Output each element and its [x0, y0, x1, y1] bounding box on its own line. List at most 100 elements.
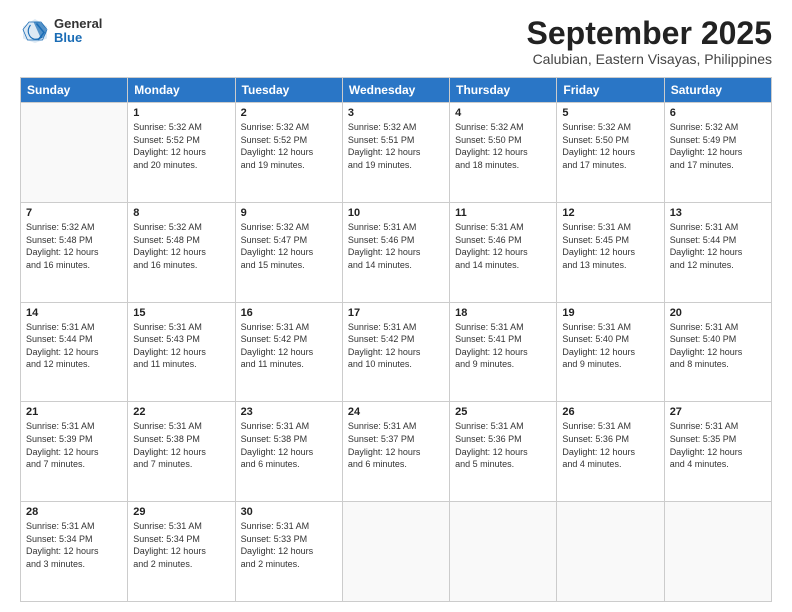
- calendar-cell: 19 Sunrise: 5:31 AM Sunset: 5:40 PM Dayli…: [557, 302, 664, 402]
- week-row-1: 1Sunrise: 5:32 AM Sunset: 5:52 PM Daylig…: [21, 103, 772, 203]
- calendar-header-monday: Monday: [128, 78, 235, 103]
- calendar-cell: [557, 502, 664, 602]
- day-info: Sunrise: 5:31 AM Sunset: 5:40 PM Dayligh…: [562, 321, 658, 371]
- calendar-cell: 25Sunrise: 5:31 AM Sunset: 5:36 PM Dayli…: [450, 402, 557, 502]
- calendar-cell: 22Sunrise: 5:31 AM Sunset: 5:38 PM Dayli…: [128, 402, 235, 502]
- calendar-cell: 4 Sunrise: 5:32 AM Sunset: 5:50 PM Daylig…: [450, 103, 557, 203]
- calendar-cell: 26Sunrise: 5:31 AM Sunset: 5:36 PM Dayli…: [557, 402, 664, 502]
- day-info: Sunrise: 5:31 AM Sunset: 5:39 PM Dayligh…: [26, 420, 122, 470]
- calendar-cell: 14 Sunrise: 5:31 AM Sunset: 5:44 PM Dayli…: [21, 302, 128, 402]
- page: General Blue September 2025 Calubian, Ea…: [0, 0, 792, 612]
- day-info: Sunrise: 5:31 AM Sunset: 5:40 PM Dayligh…: [670, 321, 766, 371]
- day-info: Sunrise: 5:32 AM Sunset: 5:49 PM Dayligh…: [670, 121, 766, 171]
- calendar-cell: 18 Sunrise: 5:31 AM Sunset: 5:41 PM Dayli…: [450, 302, 557, 402]
- day-info: Sunrise: 5:31 AM Sunset: 5:38 PM Dayligh…: [241, 420, 337, 470]
- calendar-header-tuesday: Tuesday: [235, 78, 342, 103]
- calendar-cell: 13 Sunrise: 5:31 AM Sunset: 5:44 PM Dayli…: [664, 202, 771, 302]
- day-number: 19: [562, 307, 658, 319]
- logo-text: General Blue: [54, 17, 102, 46]
- calendar-cell: 7Sunrise: 5:32 AM Sunset: 5:48 PM Daylig…: [21, 202, 128, 302]
- calendar-cell: 9 Sunrise: 5:32 AM Sunset: 5:47 PM Daylig…: [235, 202, 342, 302]
- day-number: 17: [348, 307, 444, 319]
- day-number: 21: [26, 406, 122, 418]
- day-info: Sunrise: 5:32 AM Sunset: 5:50 PM Dayligh…: [562, 121, 658, 171]
- logo: General Blue: [20, 16, 102, 46]
- page-title: September 2025: [527, 16, 772, 51]
- day-number: 28: [26, 506, 122, 518]
- day-number: 5: [562, 107, 658, 119]
- calendar-table: SundayMondayTuesdayWednesdayThursdayFrid…: [20, 77, 772, 602]
- day-number: 11: [455, 207, 551, 219]
- calendar-cell: [342, 502, 449, 602]
- header: General Blue September 2025 Calubian, Ea…: [20, 16, 772, 67]
- day-info: Sunrise: 5:31 AM Sunset: 5:35 PM Dayligh…: [670, 420, 766, 470]
- calendar-cell: 11 Sunrise: 5:31 AM Sunset: 5:46 PM Dayli…: [450, 202, 557, 302]
- day-info: Sunrise: 5:31 AM Sunset: 5:36 PM Dayligh…: [455, 420, 551, 470]
- day-number: 10: [348, 207, 444, 219]
- week-row-2: 7Sunrise: 5:32 AM Sunset: 5:48 PM Daylig…: [21, 202, 772, 302]
- page-subtitle: Calubian, Eastern Visayas, Philippines: [527, 51, 772, 67]
- week-row-5: 28 Sunrise: 5:31 AM Sunset: 5:34 PM Dayli…: [21, 502, 772, 602]
- day-number: 13: [670, 207, 766, 219]
- day-info: Sunrise: 5:31 AM Sunset: 5:34 PM Dayligh…: [133, 520, 229, 570]
- day-number: 16: [241, 307, 337, 319]
- day-number: 3: [348, 107, 444, 119]
- calendar-cell: 30 Sunrise: 5:31 AM Sunset: 5:33 PM Dayli…: [235, 502, 342, 602]
- calendar-cell: 15Sunrise: 5:31 AM Sunset: 5:43 PM Dayli…: [128, 302, 235, 402]
- day-info: Sunrise: 5:31 AM Sunset: 5:33 PM Dayligh…: [241, 520, 337, 570]
- calendar-cell: [21, 103, 128, 203]
- day-info: Sunrise: 5:31 AM Sunset: 5:37 PM Dayligh…: [348, 420, 444, 470]
- day-info: Sunrise: 5:32 AM Sunset: 5:50 PM Dayligh…: [455, 121, 551, 171]
- calendar-cell: 8Sunrise: 5:32 AM Sunset: 5:48 PM Daylig…: [128, 202, 235, 302]
- calendar-cell: 20 Sunrise: 5:31 AM Sunset: 5:40 PM Dayli…: [664, 302, 771, 402]
- day-info: Sunrise: 5:31 AM Sunset: 5:46 PM Dayligh…: [455, 221, 551, 271]
- calendar-cell: 3 Sunrise: 5:32 AM Sunset: 5:51 PM Daylig…: [342, 103, 449, 203]
- week-row-3: 14 Sunrise: 5:31 AM Sunset: 5:44 PM Dayli…: [21, 302, 772, 402]
- day-info: Sunrise: 5:31 AM Sunset: 5:41 PM Dayligh…: [455, 321, 551, 371]
- calendar-cell: 27 Sunrise: 5:31 AM Sunset: 5:35 PM Dayli…: [664, 402, 771, 502]
- logo-general: General: [54, 17, 102, 31]
- calendar-header-thursday: Thursday: [450, 78, 557, 103]
- day-info: Sunrise: 5:31 AM Sunset: 5:42 PM Dayligh…: [348, 321, 444, 371]
- day-info: Sunrise: 5:31 AM Sunset: 5:42 PM Dayligh…: [241, 321, 337, 371]
- day-info: Sunrise: 5:32 AM Sunset: 5:47 PM Dayligh…: [241, 221, 337, 271]
- calendar-cell: 6 Sunrise: 5:32 AM Sunset: 5:49 PM Daylig…: [664, 103, 771, 203]
- day-number: 6: [670, 107, 766, 119]
- title-block: September 2025 Calubian, Eastern Visayas…: [527, 16, 772, 67]
- calendar-cell: 24Sunrise: 5:31 AM Sunset: 5:37 PM Dayli…: [342, 402, 449, 502]
- day-info: Sunrise: 5:31 AM Sunset: 5:44 PM Dayligh…: [26, 321, 122, 371]
- calendar-header-sunday: Sunday: [21, 78, 128, 103]
- day-number: 4: [455, 107, 551, 119]
- calendar-header-saturday: Saturday: [664, 78, 771, 103]
- day-info: Sunrise: 5:32 AM Sunset: 5:51 PM Dayligh…: [348, 121, 444, 171]
- day-info: Sunrise: 5:31 AM Sunset: 5:43 PM Dayligh…: [133, 321, 229, 371]
- day-number: 1: [133, 107, 229, 119]
- day-number: 27: [670, 406, 766, 418]
- calendar-cell: 16 Sunrise: 5:31 AM Sunset: 5:42 PM Dayli…: [235, 302, 342, 402]
- day-number: 9: [241, 207, 337, 219]
- calendar-cell: 12Sunrise: 5:31 AM Sunset: 5:45 PM Dayli…: [557, 202, 664, 302]
- calendar-cell: [450, 502, 557, 602]
- week-row-4: 21 Sunrise: 5:31 AM Sunset: 5:39 PM Dayli…: [21, 402, 772, 502]
- day-info: Sunrise: 5:32 AM Sunset: 5:48 PM Dayligh…: [26, 221, 122, 271]
- day-number: 14: [26, 307, 122, 319]
- day-number: 2: [241, 107, 337, 119]
- day-number: 22: [133, 406, 229, 418]
- calendar-cell: 2Sunrise: 5:32 AM Sunset: 5:52 PM Daylig…: [235, 103, 342, 203]
- calendar-cell: 5 Sunrise: 5:32 AM Sunset: 5:50 PM Daylig…: [557, 103, 664, 203]
- day-info: Sunrise: 5:31 AM Sunset: 5:44 PM Dayligh…: [670, 221, 766, 271]
- logo-blue: Blue: [54, 31, 102, 45]
- day-number: 18: [455, 307, 551, 319]
- calendar-header-friday: Friday: [557, 78, 664, 103]
- day-number: 20: [670, 307, 766, 319]
- calendar-cell: 28 Sunrise: 5:31 AM Sunset: 5:34 PM Dayli…: [21, 502, 128, 602]
- day-info: Sunrise: 5:31 AM Sunset: 5:45 PM Dayligh…: [562, 221, 658, 271]
- day-info: Sunrise: 5:31 AM Sunset: 5:34 PM Dayligh…: [26, 520, 122, 570]
- calendar-cell: 1Sunrise: 5:32 AM Sunset: 5:52 PM Daylig…: [128, 103, 235, 203]
- day-info: Sunrise: 5:31 AM Sunset: 5:36 PM Dayligh…: [562, 420, 658, 470]
- calendar-cell: [664, 502, 771, 602]
- day-number: 30: [241, 506, 337, 518]
- calendar-cell: 10Sunrise: 5:31 AM Sunset: 5:46 PM Dayli…: [342, 202, 449, 302]
- day-number: 8: [133, 207, 229, 219]
- day-number: 29: [133, 506, 229, 518]
